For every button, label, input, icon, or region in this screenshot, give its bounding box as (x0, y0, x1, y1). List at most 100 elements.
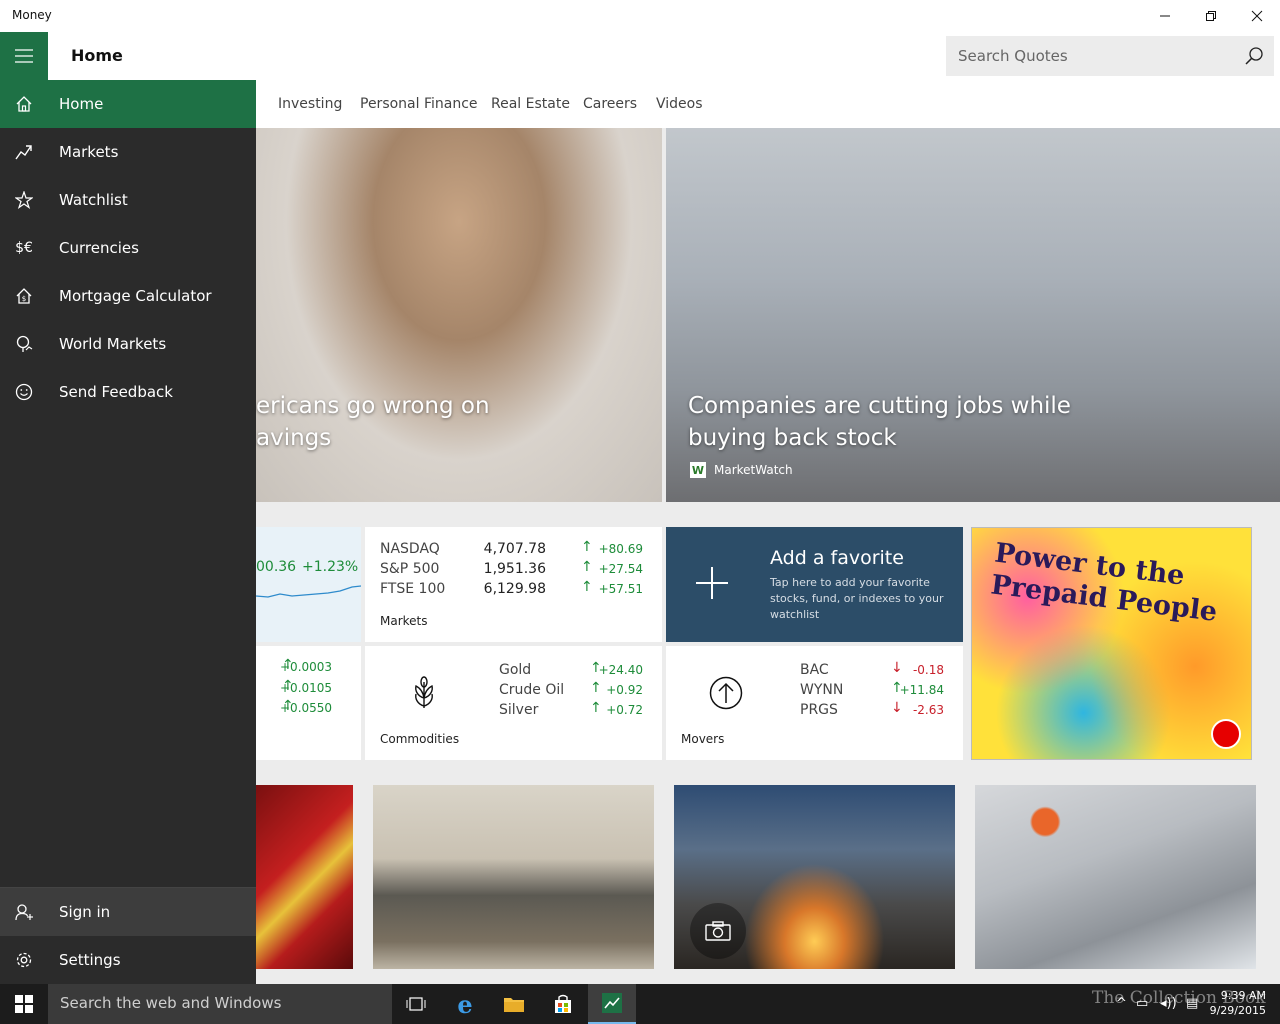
sidebar-item-watchlist[interactable]: Watchlist (0, 176, 256, 224)
money-app-icon (602, 993, 622, 1013)
clock[interactable]: 9:39 AM 9/29/2015 (1210, 988, 1266, 1018)
gear-icon (14, 950, 34, 970)
sidebar-item-send-feedback[interactable]: Send Feedback (0, 368, 256, 416)
mover-symbol: PRGS (800, 702, 838, 718)
advertisement[interactable]: Power to the Prepaid People (971, 527, 1252, 760)
store-button[interactable] (539, 984, 587, 1024)
edge-icon: e (457, 989, 473, 1019)
arrow-up-icon: ↑ (282, 657, 294, 673)
sidebar-item-currencies[interactable]: $€ Currencies (0, 224, 256, 272)
svg-text:$: $ (22, 295, 26, 303)
sidebar-item-label: Mortgage Calculator (59, 287, 212, 305)
taskbar-search[interactable]: Search the web and Windows (48, 984, 392, 1024)
market-name: FTSE 100 (380, 581, 446, 597)
minimize-button[interactable] (1142, 0, 1188, 32)
wheat-icon (415, 676, 433, 708)
movers-card[interactable]: BAC ↓ -0.18 WYNN ↑ +11.84 PRGS ↓ -2.63 M… (666, 646, 963, 760)
hero-headline-1: ericans go wrong on avings (256, 393, 490, 451)
search-icon[interactable] (1244, 46, 1264, 66)
network-icon[interactable]: ▭ (1136, 996, 1148, 1011)
file-explorer-button[interactable] (490, 984, 538, 1024)
arrow-up-icon: ↑ (590, 680, 602, 696)
sidebar-item-label: Home (59, 95, 104, 113)
close-button[interactable] (1234, 0, 1280, 32)
commodity-name: Crude Oil (499, 682, 565, 698)
tab-investing[interactable]: Investing (278, 96, 342, 112)
source-name: MarketWatch (714, 463, 793, 477)
market-value: 4,707.78 (483, 541, 546, 557)
mover-symbol: BAC (800, 662, 829, 678)
commodity-name: Silver (499, 702, 539, 718)
card-label: Movers (681, 732, 725, 746)
store-icon (555, 994, 571, 1013)
sidebar-item-mortgage-calculator[interactable]: $ Mortgage Calculator (0, 272, 256, 320)
sparkline-chart (256, 585, 361, 598)
search-input[interactable] (946, 36, 1236, 76)
volume-icon[interactable]: ◂)) (1160, 996, 1177, 1011)
sidebar-item-home[interactable]: Home (0, 80, 256, 128)
arrow-up-icon: ↑ (282, 698, 294, 714)
feedback-icon (14, 382, 34, 402)
card-label: Commodities (380, 732, 460, 746)
currencies-card[interactable]: +0.0003 +0.0105 +0.0550 ↑ ↑ ↑ (256, 646, 361, 760)
market-name: S&P 500 (380, 561, 440, 577)
story-thumbnail-meeting[interactable] (373, 785, 654, 969)
edge-button[interactable]: e (441, 984, 489, 1024)
add-favorite-card[interactable]: Add a favorite Tap here to add your favo… (666, 527, 963, 642)
hero-headline-2: Companies are cutting jobs while buying … (688, 393, 1071, 451)
tab-personal-finance[interactable]: Personal Finance (360, 96, 478, 112)
clock-time: 9:39 AM (1220, 989, 1266, 1002)
sidebar-item-label: Watchlist (59, 191, 128, 209)
main-content: ericans go wrong on avings Companies are… (256, 128, 1280, 984)
commodities-card[interactable]: Gold ↑ +24.40 Crude Oil ↑ +0.92 Silver ↑… (365, 646, 662, 760)
sidebar-item-label: Sign in (59, 903, 111, 921)
mover-symbol: WYNN (800, 682, 844, 698)
hero-story-1[interactable]: ericans go wrong on avings (256, 128, 662, 502)
hamburger-button[interactable] (0, 32, 48, 80)
market-change: +27.54 (598, 562, 643, 576)
market-value: 6,129.98 (483, 581, 546, 597)
commodity-change: +0.92 (606, 683, 643, 697)
story-thumbnail-lab[interactable] (975, 785, 1256, 969)
mover-change: -2.63 (912, 703, 944, 717)
markets-card[interactable]: NASDAQ 4,707.78 ↑ +80.69 S&P 500 1,951.3… (365, 527, 662, 642)
hamburger-icon (15, 49, 33, 63)
task-view-icon (406, 997, 426, 1011)
arrow-down-icon: ↓ (891, 660, 903, 676)
taskbar: Search the web and Windows e The Collect… (0, 984, 1280, 1024)
search-box[interactable] (946, 36, 1274, 76)
window-title: Money (12, 8, 52, 22)
page-title: Home (71, 46, 123, 65)
start-button[interactable] (0, 984, 48, 1024)
favorite-description: Tap here to add your favorite stocks, fu… (770, 576, 944, 621)
app-header: Home (0, 32, 1280, 80)
sidebar-item-sign-in[interactable]: Sign in (0, 888, 256, 936)
market-value: 1,951.36 (483, 561, 546, 577)
arrow-up-icon: ↑ (581, 559, 593, 575)
sidebar-item-world-markets[interactable]: World Markets (0, 320, 256, 368)
index-value: 00.36 (256, 559, 297, 575)
arrow-up-icon: ↑ (581, 539, 593, 555)
story-thumbnail-welder[interactable] (674, 785, 955, 969)
money-app-button[interactable] (588, 984, 636, 1024)
tab-careers[interactable]: Careers (583, 96, 637, 112)
minimize-icon (1160, 15, 1170, 17)
task-view-button[interactable] (392, 984, 440, 1024)
restore-button[interactable] (1188, 0, 1234, 32)
index-chart-card[interactable]: 00.36 +1.23% (256, 527, 361, 642)
arrow-up-icon: ↑ (581, 579, 593, 595)
home-icon (14, 94, 34, 114)
sidebar-item-markets[interactable]: Markets (0, 128, 256, 176)
hero-story-2[interactable]: Companies are cutting jobs while buying … (666, 128, 1280, 502)
action-center-icon[interactable]: ▤ (1186, 996, 1198, 1011)
tray-chevron-icon[interactable]: ^ (1116, 996, 1127, 1011)
vodafone-logo-icon (1211, 719, 1241, 749)
tab-videos[interactable]: Videos (656, 96, 703, 112)
camera-icon[interactable] (690, 903, 746, 959)
sidebar-item-label: Currencies (59, 239, 139, 257)
story-thumbnail-sale[interactable] (256, 785, 353, 969)
market-name: NASDAQ (380, 541, 440, 557)
tab-real-estate[interactable]: Real Estate (491, 96, 570, 112)
favorite-title: Add a favorite (770, 547, 904, 569)
sidebar-item-settings[interactable]: Settings (0, 936, 256, 984)
